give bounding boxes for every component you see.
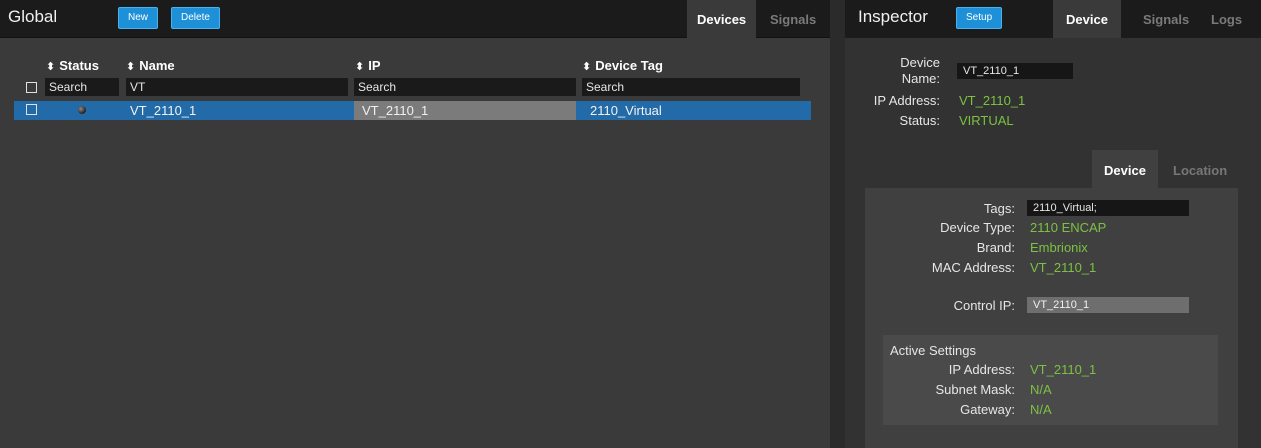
column-header-label: IP <box>368 58 381 73</box>
tags-label: Tags: <box>983 201 1015 216</box>
name-filter-input[interactable]: VT <box>126 78 348 96</box>
column-header-device-tag[interactable]: ⬍ Device Tag <box>582 58 663 73</box>
new-button[interactable]: New <box>118 7 159 29</box>
row-checkbox[interactable] <box>26 104 37 115</box>
mac-address-value: VT_2110_1 <box>1030 260 1097 275</box>
subnet-mask-value: N/A <box>1030 382 1052 397</box>
subnet-mask-label: Subnet Mask: <box>935 382 1016 397</box>
status-indicator-icon <box>78 106 86 114</box>
active-settings-title: Active Settings <box>890 343 976 358</box>
mac-address-label: MAC Address: <box>931 260 1015 275</box>
setup-button[interactable]: Setup <box>956 7 1003 29</box>
column-header-label: Status <box>59 58 99 73</box>
inspector-toolbar: Inspector Setup Device Signals Logs <box>845 0 1261 38</box>
row-ip: VT_2110_1 <box>354 101 576 120</box>
device-details-panel: Tags: 2110_Virtual; Device Type: 2110 EN… <box>865 188 1238 448</box>
global-title: Global <box>8 7 58 26</box>
tab-inspector-signals[interactable]: Signals <box>1133 0 1199 38</box>
tag-filter-input[interactable]: Search <box>582 78 800 96</box>
gateway-label: Gateway: <box>960 402 1015 417</box>
gateway-value: N/A <box>1030 402 1052 417</box>
tab-devices[interactable]: Devices <box>687 0 757 38</box>
brand-label: Brand: <box>976 240 1015 255</box>
device-name-input[interactable]: VT_2110_1 <box>957 63 1073 79</box>
delete-button[interactable]: Delete <box>171 7 220 29</box>
inspector-title: Inspector <box>858 7 928 26</box>
sort-icon: ⬍ <box>582 61 592 73</box>
subtab-location[interactable]: Location <box>1161 150 1239 188</box>
inspector-sub-tabs: Device Location <box>865 150 1241 188</box>
sort-icon: ⬍ <box>355 61 365 73</box>
status-label: Status: <box>899 113 940 128</box>
control-ip-input[interactable]: VT_2110_1 <box>1027 297 1189 313</box>
active-ip-label: IP Address: <box>948 362 1015 377</box>
column-header-ip[interactable]: ⬍ IP <box>355 58 381 73</box>
tab-logs[interactable]: Logs <box>1201 0 1252 38</box>
global-panel: Global New Delete Devices Signals ⬍ Statu… <box>0 0 830 448</box>
device-type-label: Device Type: <box>940 220 1015 235</box>
active-ip-value: VT_2110_1 <box>1030 362 1097 377</box>
ip-filter-input[interactable]: Search <box>354 78 576 96</box>
sort-icon: ⬍ <box>46 61 56 73</box>
subtab-device[interactable]: Device <box>1092 150 1158 188</box>
active-settings-box: Active Settings IP Address: VT_2110_1 Su… <box>883 335 1218 425</box>
column-header-status[interactable]: ⬍ Status <box>46 58 99 73</box>
tab-device[interactable]: Device <box>1053 0 1121 38</box>
select-all-checkbox[interactable] <box>26 82 37 93</box>
brand-value: Embrionix <box>1030 240 1088 255</box>
status-filter-input[interactable]: Search <box>45 78 119 96</box>
sort-icon: ⬍ <box>126 61 136 73</box>
tags-input[interactable]: 2110_Virtual; <box>1027 200 1189 216</box>
ip-address-label: IP Address: <box>873 93 940 108</box>
device-name-label: Device Name: <box>900 55 940 86</box>
tab-signals[interactable]: Signals <box>760 0 826 38</box>
column-header-name[interactable]: ⬍ Name <box>126 58 175 73</box>
column-header-label: Device Tag <box>595 58 663 73</box>
inspector-panel: Inspector Setup Device Signals Logs Devi… <box>845 0 1261 448</box>
status-value: VIRTUAL <box>959 113 1014 128</box>
row-name: VT_2110_1 <box>130 103 197 118</box>
device-type-value: 2110 ENCAP <box>1030 220 1107 235</box>
control-ip-label: Control IP: <box>953 298 1015 313</box>
ip-address-value: VT_2110_1 <box>959 93 1026 108</box>
row-device-tag: 2110_Virtual <box>590 103 662 118</box>
global-toolbar: Global New Delete Devices Signals <box>0 0 830 38</box>
column-header-label: Name <box>139 58 175 73</box>
